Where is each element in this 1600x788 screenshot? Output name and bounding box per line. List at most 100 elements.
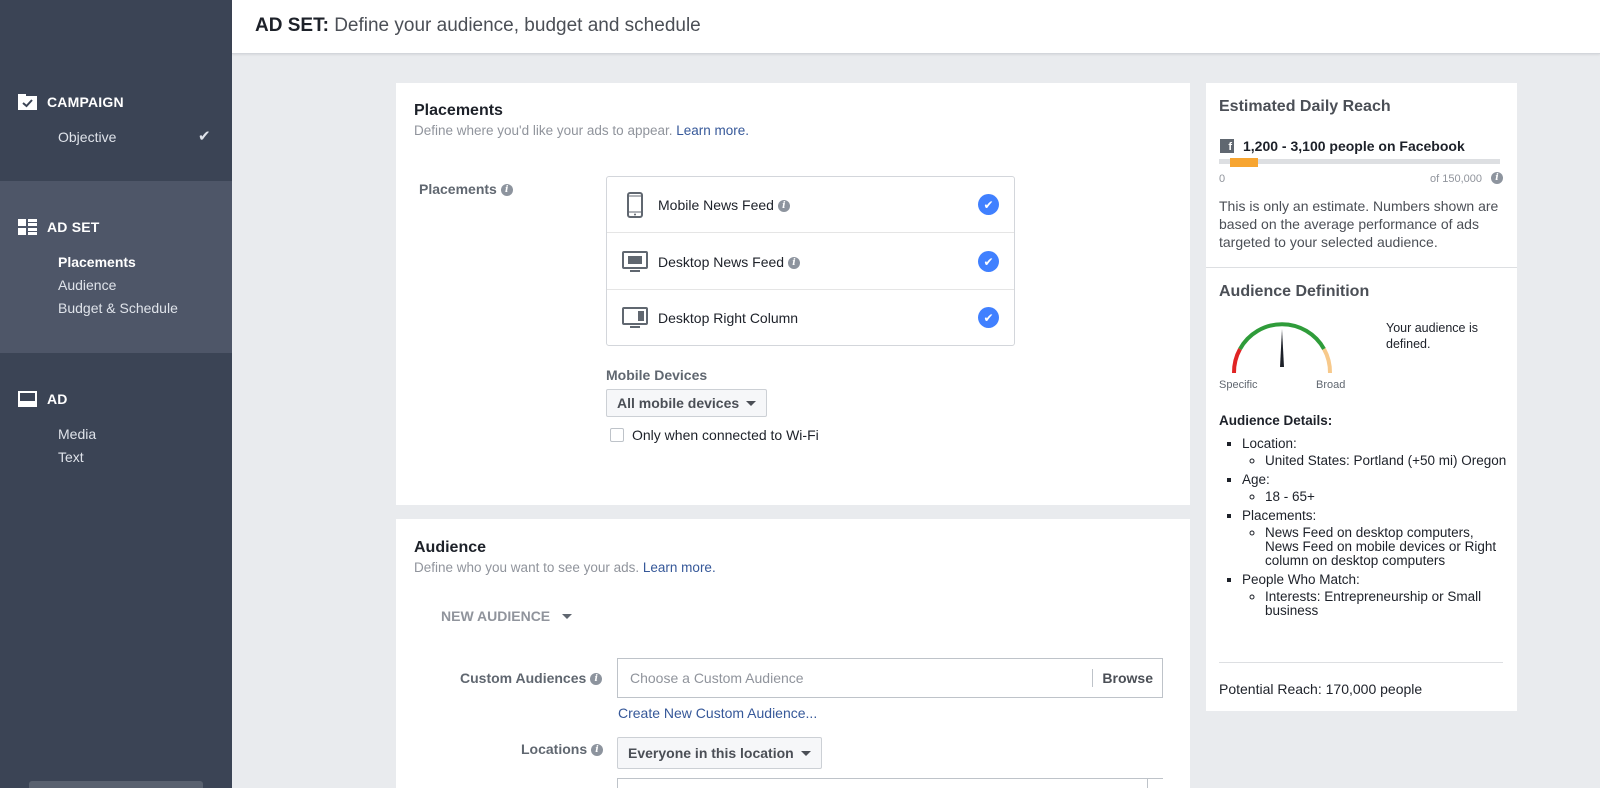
create-custom-audience-link[interactable]: Create New Custom Audience... [618, 705, 817, 721]
page-header: AD SET: Define your audience, budget and… [232, 0, 1600, 54]
page-title-prefix: AD SET: [255, 15, 329, 36]
page-title: AD SET: Define your audience, budget and… [255, 15, 701, 37]
placements-field-label: Placements i [419, 181, 513, 197]
placement-option-mobile-news-feed[interactable]: Mobile News Feed i ✔ [607, 177, 1014, 233]
placement-option-text: Desktop News Feed [658, 254, 785, 270]
mobile-devices-dropdown[interactable]: All mobile devices [606, 389, 768, 417]
wifi-checkbox[interactable] [610, 428, 624, 442]
placements-subtitle-text: Define where you'd like your ads to appe… [414, 123, 673, 138]
new-audience-label: NEW AUDIENCE [441, 608, 551, 624]
details-label: Placements: [1242, 508, 1317, 523]
sidebar-section-ad: AD Media Text [0, 353, 232, 483]
adset-grid-icon [18, 218, 38, 236]
audience-learn-more-link[interactable]: Learn more. [643, 560, 716, 575]
details-placements: Placements: News Feed on desktop compute… [1242, 508, 1509, 568]
sidebar-item-placements[interactable]: Placements [58, 254, 136, 270]
info-icon[interactable]: i [1491, 172, 1503, 184]
check-icon: ✔ [198, 128, 211, 145]
mobile-devices-label: Mobile Devices [606, 367, 708, 383]
locations-value: Everyone in this location [628, 745, 794, 761]
checked-circle-icon[interactable]: ✔ [978, 307, 999, 328]
new-audience-dropdown[interactable]: NEW AUDIENCE [441, 608, 573, 624]
placement-option-label: Desktop Right Column [658, 310, 799, 326]
details-list: Location: United States: Portland (+50 m… [1219, 436, 1509, 618]
facebook-icon: f [1220, 139, 1234, 153]
sidebar-head-label: CAMPAIGN [47, 94, 124, 110]
details-label: Location: [1242, 436, 1297, 451]
placement-option-label: Mobile News Feed i [658, 197, 790, 213]
ad-frame-icon [18, 390, 38, 408]
reach-note: This is only an estimate. Numbers shown … [1219, 198, 1499, 250]
details-title: Audience Details: [1219, 413, 1333, 428]
placement-option-text: Mobile News Feed [658, 197, 774, 213]
location-search-input[interactable] [617, 778, 1163, 788]
info-icon[interactable]: i [500, 184, 513, 197]
placements-subtitle: Define where you'd like your ads to appe… [414, 123, 749, 138]
sidebar-item-audience[interactable]: Audience [58, 277, 116, 293]
details-value: News Feed on desktop computers, News Fee… [1265, 526, 1509, 568]
campaign-folder-icon [18, 93, 38, 111]
panel-divider [1219, 662, 1503, 663]
info-icon[interactable]: i [590, 673, 603, 686]
locations-dropdown[interactable]: Everyone in this location [617, 737, 822, 769]
sidebar: CAMPAIGN Objective ✔ AD SET Placements A… [0, 0, 232, 788]
panel-divider [1206, 267, 1517, 268]
gauge-broad-label: Broad [1316, 379, 1346, 391]
sidebar-section-adset: AD SET Placements Audience Budget & Sche… [0, 181, 232, 353]
sidebar-head-ad[interactable]: AD [18, 390, 68, 408]
potential-reach: Potential Reach: 170,000 people [1219, 681, 1423, 697]
audience-gauge-icon [1231, 322, 1333, 374]
details-location: Location: United States: Portland (+50 m… [1242, 436, 1509, 468]
details-label: Age: [1242, 472, 1270, 487]
sidebar-item-budget-schedule[interactable]: Budget & Schedule [58, 300, 178, 316]
placement-option-desktop-right-column[interactable]: Desktop Right Column ✔ [607, 290, 1014, 346]
sidebar-bottom-button[interactable] [29, 781, 203, 788]
details-value: 18 - 65+ [1265, 490, 1509, 504]
sidebar-section-campaign: CAMPAIGN Objective ✔ [0, 0, 232, 181]
sidebar-head-adset[interactable]: AD SET [18, 218, 100, 236]
custom-audiences-label-text: Custom Audiences [460, 670, 587, 686]
placements-field-label-text: Placements [419, 181, 497, 197]
locations-label-text: Locations [521, 741, 588, 757]
details-age: Age: 18 - 65+ [1242, 472, 1509, 504]
reach-range-text: 1,200 - 3,100 people on Facebook [1243, 138, 1465, 154]
placements-title: Placements [414, 102, 503, 119]
reach-max: of 150,000 [1430, 173, 1482, 185]
wifi-label: Only when connected to Wi-Fi [632, 427, 819, 443]
page-title-text: Define your audience, budget and schedul… [334, 15, 701, 36]
audience-title: Audience [414, 539, 487, 556]
sidebar-head-label: AD SET [47, 219, 100, 235]
placements-learn-more-link[interactable]: Learn more. [676, 123, 749, 138]
reach-min: 0 [1219, 173, 1226, 185]
caret-down-icon [800, 750, 811, 756]
details-label: People Who Match: [1242, 572, 1360, 587]
browse-button[interactable]: Browse [1092, 669, 1162, 687]
info-icon[interactable]: i [591, 744, 604, 757]
details-value: Interests: Entrepreneurship or Small bus… [1265, 590, 1509, 618]
sidebar-item-media[interactable]: Media [58, 426, 96, 442]
reach-range: f 1,200 - 3,100 people on Facebook [1220, 138, 1465, 154]
details-value: United States: Portland (+50 mi) Oregon [1265, 454, 1509, 468]
mobile-phone-icon [622, 192, 648, 218]
details-people-who-match: People Who Match: Interests: Entrepreneu… [1242, 572, 1509, 618]
sidebar-item-objective[interactable]: Objective [58, 129, 116, 145]
audience-details: Audience Details: Location: United State… [1219, 413, 1509, 622]
audience-card: Audience Define who you want to see your… [396, 519, 1190, 788]
info-icon[interactable]: i [777, 200, 790, 213]
placement-option-desktop-news-feed[interactable]: Desktop News Feed i ✔ [607, 234, 1014, 290]
estimate-panel: Estimated Daily Reach f 1,200 - 3,100 pe… [1206, 83, 1517, 711]
placements-list: Mobile News Feed i ✔ Desktop News Feed i… [606, 176, 1015, 346]
gauge-specific-label: Specific [1219, 379, 1258, 391]
sidebar-head-campaign[interactable]: CAMPAIGN [18, 93, 124, 111]
checked-circle-icon[interactable]: ✔ [978, 251, 999, 272]
custom-audience-input[interactable]: Choose a Custom Audience Browse [617, 658, 1163, 698]
reach-bar [1219, 158, 1500, 167]
placement-option-label: Desktop News Feed i [658, 254, 800, 270]
audience-status: Your audience is defined. [1386, 321, 1478, 351]
checked-circle-icon[interactable]: ✔ [978, 194, 999, 215]
info-icon[interactable]: i [787, 257, 800, 270]
audience-subtitle-text: Define who you want to see your ads. [414, 560, 640, 575]
sidebar-item-text[interactable]: Text [58, 449, 84, 465]
custom-audiences-label: Custom Audiences i [460, 670, 603, 686]
sidebar-head-label: AD [47, 391, 68, 407]
